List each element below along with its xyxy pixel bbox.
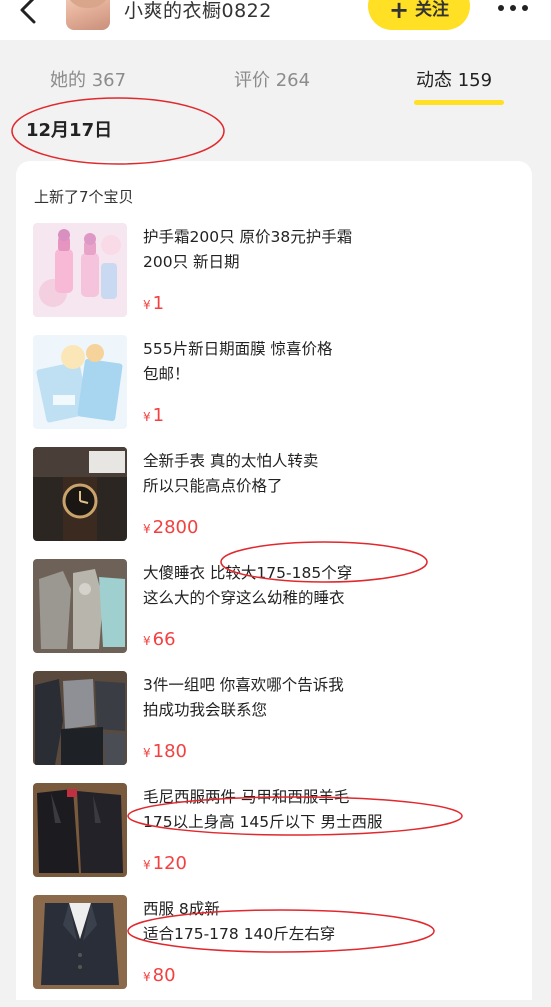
item-description-line2: 拍成功我会联系您	[143, 701, 268, 719]
list-item[interactable]: 3件一组吧 你喜欢哪个告诉我 拍成功我会联系您 ¥180	[16, 671, 532, 783]
product-thumbnail[interactable]	[33, 559, 127, 653]
list-item[interactable]: 毛尼西服两件 马甲和西服羊毛 175以上身高 145斤以下 男士西服 ¥120	[16, 783, 532, 895]
follow-label: 关注	[415, 0, 450, 20]
list-item[interactable]: 大傻睡衣 比较大175-185个穿 这么大的个穿这么幼稚的睡衣 ¥66	[16, 559, 532, 671]
list-item[interactable]: 护手霜200只 原价38元护手霜 200只 新日期 ¥1	[16, 223, 532, 335]
top-bar: 小爽的衣橱0822 + 关注	[0, 0, 551, 40]
item-description-line1: 全新手表 真的太怕人转卖	[143, 452, 319, 470]
item-description-line1: 毛尼西服两件 马甲和西服羊毛	[143, 788, 350, 806]
item-description-line2: 包邮！	[143, 365, 190, 383]
more-dots-icon[interactable]	[496, 0, 530, 18]
item-price: ¥2800	[143, 517, 199, 538]
list-item[interactable]: 555片新日期面膜 惊喜价格 包邮！ ¥1	[16, 335, 532, 447]
product-thumbnail[interactable]	[33, 783, 127, 877]
product-thumbnail[interactable]	[33, 671, 127, 765]
item-price: ¥1	[143, 293, 165, 314]
chevron-left-icon[interactable]	[14, 0, 44, 30]
follow-button[interactable]: + 关注	[368, 0, 470, 30]
tab-reviews[interactable]: 评价 264	[234, 66, 310, 92]
product-thumbnail[interactable]	[33, 447, 127, 541]
avatar[interactable]	[66, 0, 110, 30]
item-price: ¥1	[143, 405, 165, 426]
feed-date: 12月17日	[26, 120, 113, 141]
product-thumbnail[interactable]	[33, 223, 127, 317]
item-description-line1: 护手霜200只 原价38元护手霜	[143, 228, 353, 246]
item-description-line1: 大傻睡衣 比较大175-185个穿	[143, 564, 353, 582]
list-item[interactable]: 西服 8成新 适合175-178 140斤左右穿 ¥80	[16, 895, 532, 1007]
item-description-line2: 所以只能高点价格了	[143, 477, 283, 495]
item-description-line1: 西服 8成新	[143, 900, 220, 918]
item-price: ¥120	[143, 853, 187, 874]
new-items-card: 上新了7个宝贝 护手霜200只 原价38元护手霜 200只 新日期 ¥1 555…	[16, 161, 532, 1000]
item-description-line2: 这么大的个穿这么幼稚的睡衣	[143, 589, 345, 607]
card-title: 上新了7个宝贝	[34, 188, 134, 206]
item-description-line2: 适合175-178 140斤左右穿	[143, 925, 336, 943]
list-item[interactable]: 全新手表 真的太怕人转卖 所以只能高点价格了 ¥2800	[16, 447, 532, 559]
tab-bar: 她的 367 评价 264 动态 159	[0, 40, 551, 105]
item-price: ¥80	[143, 965, 176, 986]
item-description-line2: 200只 新日期	[143, 253, 240, 271]
product-thumbnail[interactable]	[33, 895, 127, 989]
item-description-line1: 3件一组吧 你喜欢哪个告诉我	[143, 676, 344, 694]
tab-activity[interactable]: 动态 159	[416, 66, 492, 92]
product-thumbnail[interactable]	[33, 335, 127, 429]
tab-hers[interactable]: 她的 367	[50, 66, 126, 92]
item-price: ¥180	[143, 741, 187, 762]
item-description-line2: 175以上身高 145斤以下 男士西服	[143, 813, 383, 831]
item-price: ¥66	[143, 629, 176, 650]
shop-name: 小爽的衣橱0822	[124, 0, 272, 22]
item-description-line1: 555片新日期面膜 惊喜价格	[143, 340, 333, 358]
plus-icon: +	[388, 0, 410, 24]
active-tab-indicator	[414, 100, 504, 105]
